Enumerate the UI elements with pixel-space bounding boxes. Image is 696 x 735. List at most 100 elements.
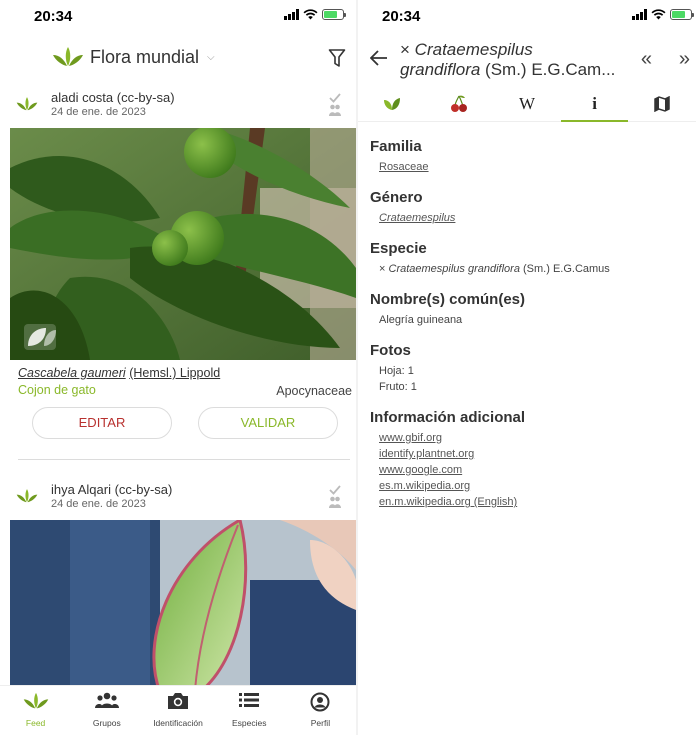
signal-icon: [284, 9, 299, 20]
tab-fruit[interactable]: [426, 86, 494, 121]
external-link[interactable]: www.google.com: [379, 462, 690, 478]
nav-identification[interactable]: Identificación: [142, 686, 213, 735]
profile-icon: [310, 692, 330, 712]
common-name: Cojon de gato: [18, 383, 96, 397]
wifi-icon: [651, 9, 666, 20]
section-common-names: Nombre(s) común(es) Alegría guineana: [370, 291, 690, 328]
list-icon: [239, 693, 260, 707]
feed-post: aladi costa (cc-by-sa) 24 de ene. de 202…: [0, 90, 356, 470]
species-authority: (Hemsl.) Lippold: [129, 366, 221, 380]
back-arrow-icon[interactable]: [370, 50, 388, 66]
cherry-icon: [451, 95, 468, 112]
family-name: Apocynaceae: [276, 384, 352, 398]
title-line-1: × Crataemespilus: [400, 40, 533, 59]
observation-photo[interactable]: [10, 520, 356, 692]
genus-link[interactable]: Crataemespilus: [379, 210, 690, 226]
plantnet-logo-icon: [16, 489, 38, 503]
nav-profile-label: Perfil: [310, 718, 331, 728]
species-value: × Crataemespilus grandiflora (Sm.) E.G.C…: [379, 261, 690, 277]
bottom-navigation: Feed Grupos Identificación Especies Perf…: [0, 685, 356, 735]
previous-species-button[interactable]: «: [641, 48, 652, 71]
section-genus: Género Crataemespilus: [370, 189, 690, 226]
nav-feed-label: Feed: [25, 718, 46, 728]
post-divider: [18, 459, 350, 460]
nav-species-label: Especies: [231, 718, 267, 728]
scientific-name-link[interactable]: Cascabela gaumeri (Hemsl.) Lippold: [18, 366, 220, 380]
species-heading: Especie: [370, 240, 427, 257]
external-link[interactable]: en.m.wikipedia.org (English): [379, 494, 690, 510]
edit-button[interactable]: EDITAR: [32, 407, 172, 439]
plant-photo-image: [10, 128, 356, 360]
nav-groups[interactable]: Grupos: [71, 686, 142, 735]
section-additional-info: Información adicional www.gbif.org ident…: [370, 409, 690, 510]
status-bar: 20:34: [0, 0, 356, 34]
species-info-screen: 20:34 × Crataemespilus grandiflora (Sm.)…: [358, 0, 696, 735]
leaf-icon: [23, 692, 48, 709]
wifi-icon: [303, 9, 318, 20]
feed-header: Flora mundial ⌵: [0, 42, 356, 78]
validate-button[interactable]: VALIDAR: [198, 407, 338, 439]
validation-status-icon: [329, 93, 341, 116]
nav-identification-label: Identificación: [153, 718, 203, 728]
external-link[interactable]: identify.plantnet.org: [379, 446, 690, 462]
nav-species[interactable]: Especies: [214, 686, 285, 735]
observation-photo[interactable]: [10, 128, 356, 360]
nav-feed[interactable]: Feed: [0, 686, 71, 735]
next-species-button[interactable]: »: [679, 48, 690, 71]
status-icons: [632, 9, 694, 20]
tab-leaf[interactable]: [358, 86, 426, 121]
hybrid-sign: ×: [400, 40, 410, 59]
species-info: Familia Rosaceae Género Crataemespilus E…: [370, 138, 690, 524]
map-icon: [654, 95, 670, 112]
species-name: Cascabela gaumeri: [18, 366, 126, 380]
external-link[interactable]: www.gbif.org: [379, 430, 690, 446]
status-time: 20:34: [382, 8, 421, 25]
group-icon: [94, 692, 119, 708]
status-bar: 20:34: [358, 0, 696, 34]
post-author[interactable]: aladi costa (cc-by-sa): [51, 90, 175, 105]
post-date: 24 de ene. de 2023: [51, 498, 146, 510]
tab-info[interactable]: i: [560, 86, 629, 122]
photos-fruit-count: Fruto: 1: [379, 381, 417, 393]
signal-icon: [632, 9, 647, 20]
filter-icon[interactable]: [328, 48, 346, 68]
genus-heading: Género: [370, 189, 423, 206]
project-title: Flora mundial: [90, 46, 200, 67]
family-link[interactable]: Rosaceae: [379, 159, 690, 175]
family-heading: Familia: [370, 138, 422, 155]
post-header: ihya Alqari (cc-by-sa) 24 de ene. de 202…: [0, 482, 356, 518]
additional-info-heading: Información adicional: [370, 409, 526, 426]
title-epithet: grandiflora: [400, 60, 481, 79]
leaf-icon: [383, 97, 400, 110]
project-selector[interactable]: Flora mundial ⌵: [52, 46, 215, 68]
status-icons: [284, 9, 346, 20]
post-author[interactable]: ihya Alqari (cc-by-sa): [51, 482, 172, 497]
plantnet-logo-icon: [53, 47, 83, 66]
post-header: aladi costa (cc-by-sa) 24 de ene. de 202…: [0, 90, 356, 126]
section-family: Familia Rosaceae: [370, 138, 690, 175]
post-date: 24 de ene. de 2023: [51, 106, 146, 118]
feed-post: ihya Alqari (cc-by-sa) 24 de ene. de 202…: [0, 482, 356, 692]
species-authority: (Sm.) E.G.Camus: [519, 263, 610, 275]
species-tabs: W i: [358, 86, 696, 122]
plant-photo-image: [10, 520, 356, 692]
tab-map[interactable]: [628, 86, 696, 121]
species-title: × Crataemespilus grandiflora (Sm.) E.G.C…: [400, 40, 636, 80]
photos-leaf-count: Hoja: 1: [379, 365, 414, 377]
plantnet-logo-icon: [16, 97, 38, 111]
tab-wikipedia[interactable]: W: [493, 86, 561, 121]
battery-icon: [670, 9, 694, 20]
wikipedia-icon: W: [518, 93, 535, 113]
common-name-value: Alegría guineana: [379, 314, 463, 326]
title-authority: (Sm.) E.G.Cam...: [480, 60, 616, 79]
photos-heading: Fotos: [370, 342, 411, 359]
title-genus: Crataemespilus: [414, 40, 533, 59]
status-time: 20:34: [34, 8, 73, 25]
nav-groups-label: Grupos: [92, 718, 121, 728]
section-photos: Fotos Hoja: 1 Fruto: 1: [370, 342, 690, 395]
hybrid-sign: ×: [379, 263, 386, 275]
external-link[interactable]: es.m.wikipedia.org: [379, 478, 690, 494]
chevron-down-icon: ⌵: [207, 51, 215, 63]
title-line-2: grandiflora (Sm.) E.G.Cam...: [400, 60, 636, 80]
nav-profile[interactable]: Perfil: [285, 686, 356, 735]
